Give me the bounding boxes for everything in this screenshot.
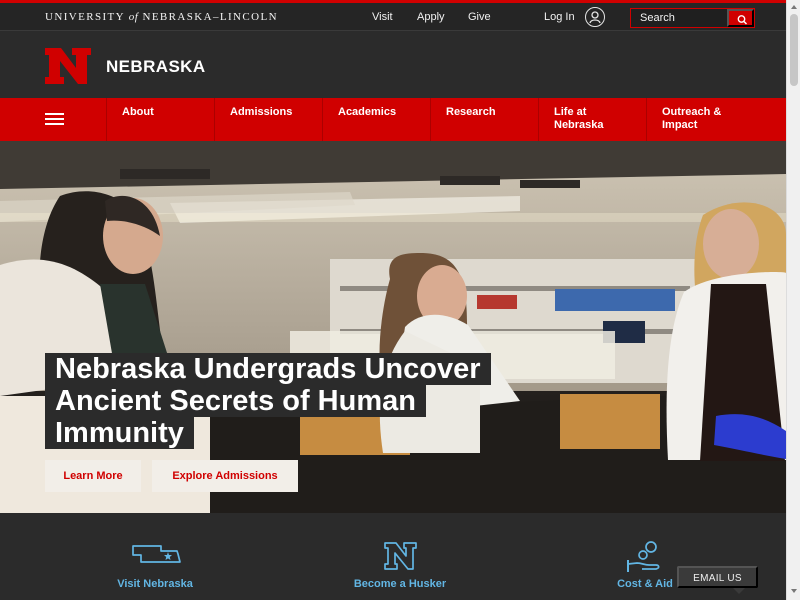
nav-label-line1: Life at	[554, 106, 587, 118]
menu-icon-line	[45, 123, 64, 125]
menu-icon-line	[45, 118, 64, 120]
hero-banner: Nebraska Undergrads Uncover Ancient Secr…	[0, 141, 786, 513]
nav-label-line1: Academics	[338, 106, 397, 118]
vertical-scrollbar[interactable]	[786, 0, 800, 600]
quick-link-label: Become a Husker	[353, 578, 447, 590]
page: UNIVERSITY of NEBRASKA–LINCOLN Visit App…	[0, 0, 800, 600]
site-title[interactable]: NEBRASKA	[106, 57, 206, 77]
brand-bar: NEBRASKA	[0, 32, 786, 98]
apply-link[interactable]: Apply	[417, 11, 445, 23]
nav-item-life-at-nebraska[interactable]: Life at Nebraska	[539, 98, 647, 141]
university-wordmark[interactable]: UNIVERSITY of NEBRASKA–LINCOLN	[45, 11, 278, 23]
nav-label-line2: Nebraska	[554, 119, 604, 131]
n-logo-icon[interactable]	[45, 48, 91, 84]
give-link[interactable]: Give	[468, 11, 491, 23]
quick-links: Visit Nebraska Become a Husker Cost & Ai…	[0, 513, 786, 600]
email-us-pointer	[733, 588, 745, 594]
menu-button[interactable]	[0, 98, 107, 141]
search-button[interactable]	[727, 9, 754, 27]
nav-label-line1: Admissions	[230, 106, 293, 118]
quick-link-become-a-husker[interactable]: Become a Husker	[310, 513, 490, 600]
nav-label-line2: Impact	[662, 119, 698, 131]
scroll-down-icon[interactable]	[791, 589, 797, 593]
wordmark-university: UNIVERSITY	[45, 11, 125, 23]
nav-label-line1: Research	[446, 106, 496, 118]
scroll-up-icon[interactable]	[791, 5, 797, 9]
email-us-button[interactable]: EMAIL US	[677, 566, 758, 588]
nebraska-map-icon	[132, 545, 181, 563]
nav-item-academics[interactable]: Academics	[323, 98, 431, 141]
learn-more-button[interactable]: Learn More	[45, 460, 141, 492]
search-icon	[737, 15, 748, 25]
utility-bar: UNIVERSITY of NEBRASKA–LINCOLN Visit App…	[0, 3, 786, 31]
nav-item-admissions[interactable]: Admissions	[215, 98, 323, 141]
hero-photo	[0, 141, 786, 513]
nav-item-research[interactable]: Research	[431, 98, 539, 141]
n-logo-icon	[384, 542, 417, 570]
nav-label-line1: About	[122, 106, 154, 118]
nav-item-outreach-impact[interactable]: Outreach & Impact	[647, 98, 786, 141]
explore-admissions-button[interactable]: Explore Admissions	[152, 460, 298, 492]
headline-line-1: Nebraska Undergrads Uncover	[45, 353, 491, 385]
user-icon-graphic	[589, 11, 601, 24]
quick-link-visit-nebraska[interactable]: Visit Nebraska	[65, 513, 245, 600]
nav-item-about[interactable]: About	[107, 98, 215, 141]
headline-line-3: Immunity	[45, 417, 194, 449]
login-link[interactable]: Log In	[544, 11, 575, 23]
search-input[interactable]	[631, 9, 729, 27]
wordmark-nebraska-lincoln: NEBRASKA–LINCOLN	[142, 11, 278, 23]
visit-link[interactable]: Visit	[372, 11, 393, 23]
user-icon[interactable]	[585, 7, 605, 27]
nav-label-line1: Outreach &	[662, 106, 722, 118]
wordmark-of: of	[128, 11, 139, 23]
hero-headline[interactable]: Nebraska Undergrads Uncover Ancient Secr…	[45, 353, 570, 449]
search-box	[630, 8, 755, 28]
menu-icon-line	[45, 113, 64, 115]
main-nav: About Admissions Academics Research Life…	[0, 98, 786, 141]
headline-line-2: Ancient Secrets of Human	[45, 385, 426, 417]
scroll-thumb[interactable]	[790, 14, 798, 86]
quick-link-label: Visit Nebraska	[117, 578, 193, 590]
